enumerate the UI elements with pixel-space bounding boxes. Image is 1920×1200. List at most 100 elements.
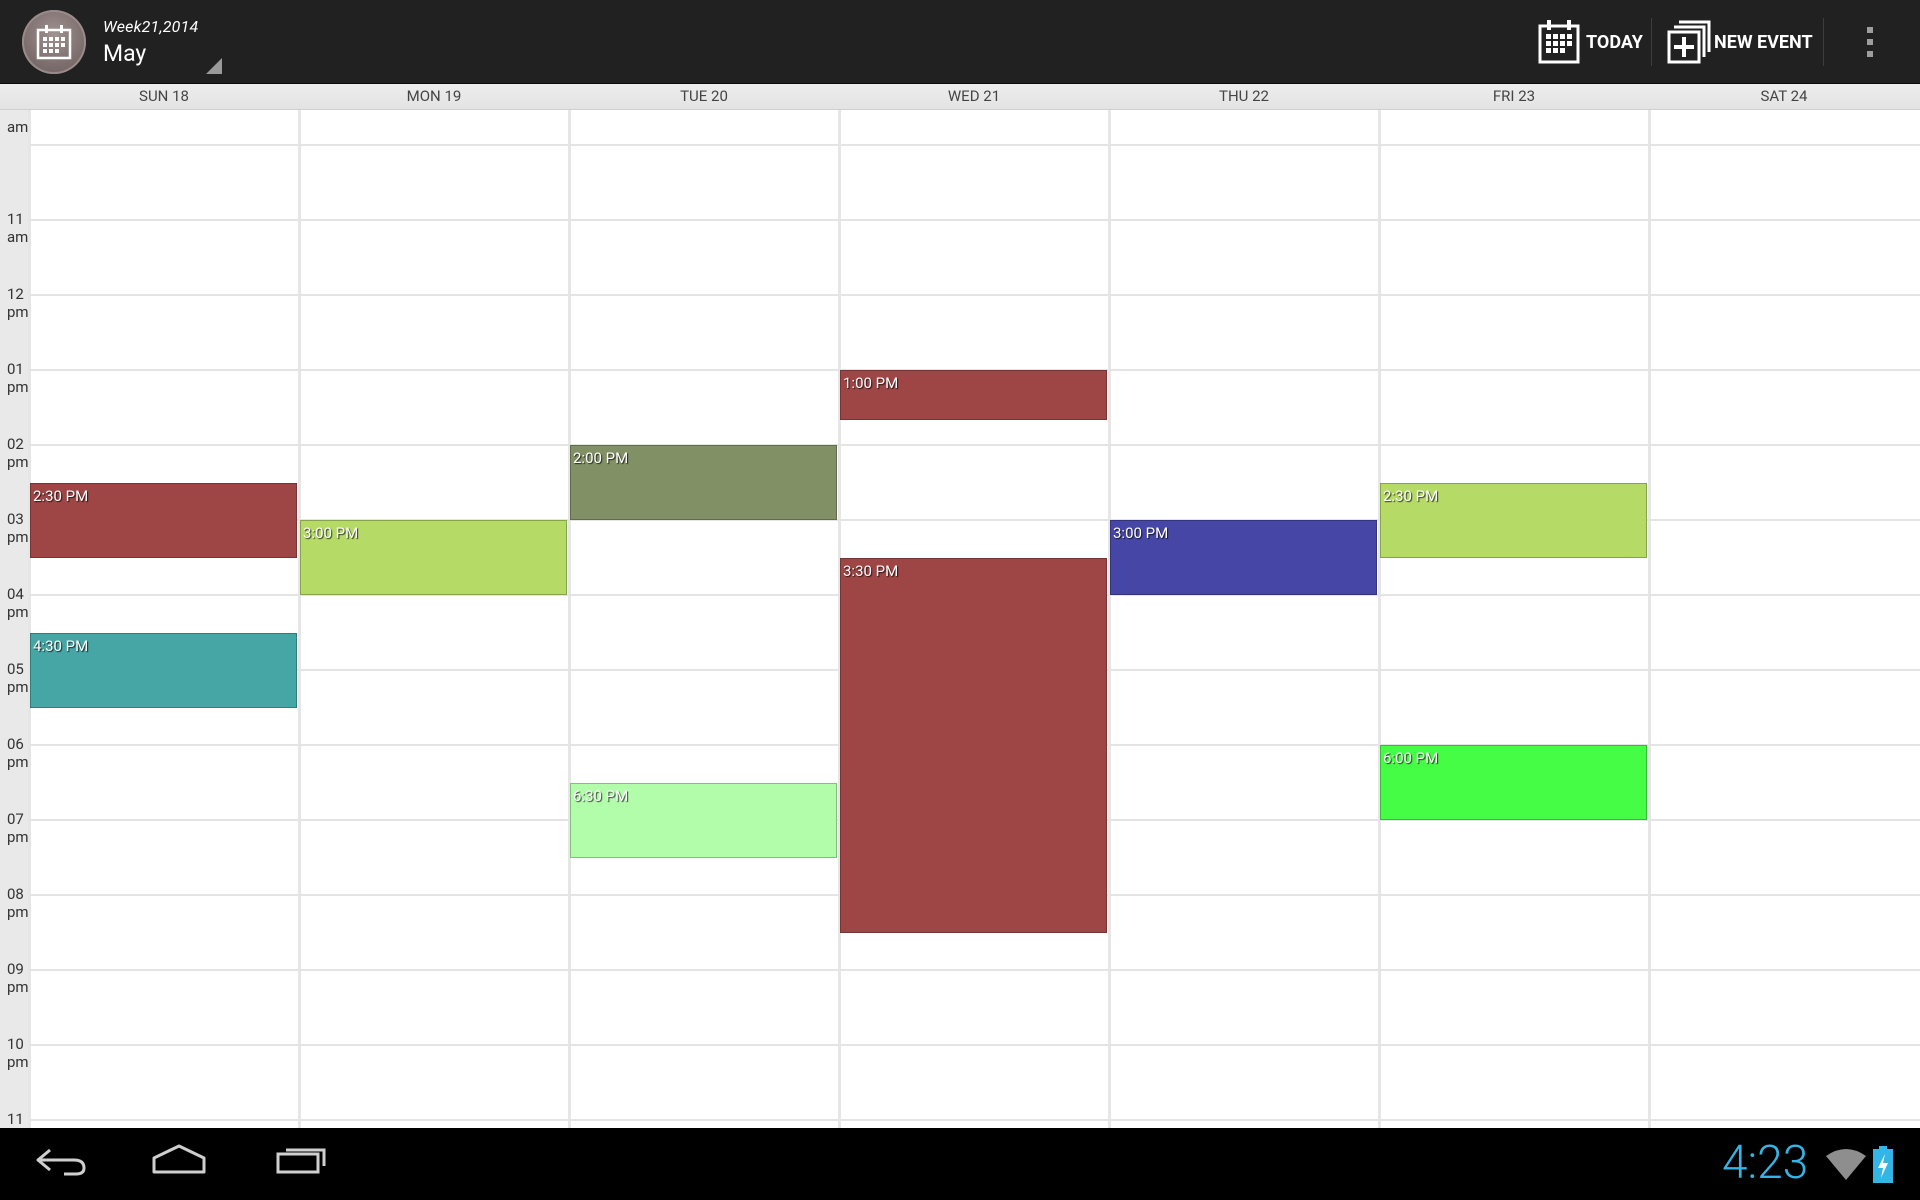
event-time-label: 3:30 PM — [843, 561, 899, 580]
time-label-period: am — [7, 118, 29, 136]
time-label-period: pm — [7, 378, 29, 396]
time-label-hour: 10 — [7, 1035, 24, 1053]
time-label: 11 am — [7, 210, 28, 246]
day-header-fri-23[interactable]: FRI 23 — [1379, 87, 1649, 105]
time-label-period: pm — [7, 1053, 29, 1071]
time-label-period: pm — [7, 753, 29, 771]
calendar-today-icon — [1538, 20, 1580, 64]
time-label: 05 pm — [7, 660, 29, 696]
hour-line — [29, 1119, 1920, 1121]
spinner-triangle-icon — [206, 58, 222, 74]
day-column-divider — [1108, 110, 1111, 1128]
day-header-wed-21[interactable]: WED 21 — [839, 87, 1109, 105]
calendar-app-icon[interactable] — [22, 10, 86, 74]
today-button[interactable]: TODAY — [1530, 6, 1650, 78]
time-label-period: pm — [7, 528, 29, 546]
time-label-hour: 06 — [7, 735, 24, 753]
day-header-sun-18[interactable]: SUN 18 — [29, 87, 299, 105]
time-label: 02 pm — [7, 435, 29, 471]
time-label-period: pm — [7, 903, 29, 921]
time-label: 08 pm — [7, 885, 29, 921]
event-time-label: 3:00 PM — [303, 524, 359, 542]
new-event-button[interactable]: NEW EVENT — [1660, 6, 1820, 78]
time-label-period: pm — [7, 453, 29, 471]
day-header-thu-22[interactable]: THU 22 — [1109, 87, 1379, 105]
home-icon[interactable] — [150, 1140, 208, 1184]
day-header-mon-19[interactable]: MON 19 — [299, 87, 569, 105]
time-label: 12 pm — [7, 285, 29, 321]
action-divider — [1651, 18, 1652, 66]
hour-line — [29, 294, 1920, 296]
day-header-sat-24[interactable]: SAT 24 — [1649, 87, 1919, 105]
day-column-divider — [1378, 110, 1381, 1128]
calendar-app: Week21,2014 May TODAY NEW EVENT SUN 18 M… — [0, 0, 1920, 1200]
time-label: am — [7, 118, 28, 136]
time-label: 01 pm — [7, 360, 29, 396]
recent-apps-icon[interactable] — [274, 1140, 330, 1184]
event-time-label: 3:00 PM — [1113, 524, 1169, 542]
day-header-tue-20[interactable]: TUE 20 — [569, 87, 839, 105]
time-label-hour: 09 — [7, 960, 24, 978]
event-time-label: 2:30 PM — [1383, 486, 1439, 505]
calendar-event[interactable]: 2:30 PM — [30, 482, 297, 558]
calendar-event[interactable]: 3:00 PM — [300, 520, 567, 595]
time-label-period: pm — [7, 603, 29, 621]
add-event-icon — [1667, 20, 1711, 64]
time-label-hour: 11 — [7, 1110, 24, 1128]
time-label-period: am — [7, 228, 29, 246]
hour-line — [29, 219, 1920, 221]
time-label-period: pm — [7, 303, 29, 321]
event-time-label: 6:00 PM — [1383, 749, 1439, 767]
today-label: TODAY — [1586, 32, 1643, 53]
time-label-period: pm — [7, 978, 29, 996]
time-label-hour: 02 — [7, 435, 24, 453]
calendar-event[interactable]: 3:00 PM — [1110, 520, 1377, 595]
event-time-label: 6:30 PM — [573, 786, 629, 805]
calendar-event[interactable]: 1:00 PM — [840, 370, 1107, 420]
calendar-event[interactable]: 6:30 PM — [570, 782, 837, 858]
week-grid[interactable]: am 11 am 12 pm 01 pm 02 pm 03 pm 04 pm 05 pm 06 pm 07 pm 08… — [0, 110, 1920, 1128]
time-label: 04 pm — [7, 585, 29, 621]
calendar-event[interactable]: 2:00 PM — [570, 445, 837, 520]
new-event-label: NEW EVENT — [1714, 32, 1813, 53]
time-label-hour: 12 — [7, 285, 24, 303]
time-label: 09 pm — [7, 960, 29, 996]
event-time-label: 2:00 PM — [573, 449, 629, 467]
day-column-divider — [28, 110, 31, 1128]
time-label: 11pm — [7, 1110, 29, 1128]
month-label[interactable]: May — [103, 40, 146, 67]
calendar-event[interactable]: 3:30 PM — [840, 557, 1107, 933]
hour-line — [29, 1044, 1920, 1046]
time-label: 03 pm — [7, 510, 29, 546]
time-label-hour: 11 — [7, 210, 24, 228]
event-time-label: 1:00 PM — [843, 374, 899, 392]
hour-line — [29, 444, 1920, 446]
time-label-hour: 07 — [7, 810, 24, 828]
overflow-menu-icon[interactable] — [1850, 14, 1890, 70]
time-label-hour: 08 — [7, 885, 24, 903]
time-label: 07 pm — [7, 810, 29, 846]
time-label: 10 pm — [7, 1035, 29, 1071]
calendar-event[interactable]: 4:30 PM — [30, 632, 297, 708]
system-navigation-bar — [0, 1128, 1920, 1200]
time-label-hour: 01 — [7, 360, 24, 378]
hour-line — [29, 969, 1920, 971]
day-column-divider — [298, 110, 301, 1128]
view-spinner-dropdown[interactable] — [200, 42, 226, 78]
day-column-divider — [568, 110, 571, 1128]
time-gutter: am 11 am 12 pm 01 pm 02 pm 03 pm 04 pm 05 pm 06 pm 07 pm 08… — [0, 110, 29, 1128]
back-icon[interactable] — [34, 1140, 88, 1184]
hour-line — [29, 144, 1920, 146]
day-header-row: SUN 18 MON 19 TUE 20 WED 21 THU 22 FRI 23 SAT … — [0, 84, 1920, 110]
time-label: 06 pm — [7, 735, 29, 771]
time-label-period: pm — [7, 678, 29, 696]
week-label[interactable]: Week21,2014 — [103, 17, 198, 36]
calendar-event[interactable]: 6:00 PM — [1380, 745, 1647, 820]
event-time-label: 4:30 PM — [33, 636, 89, 655]
wifi-icon — [1826, 1149, 1866, 1180]
status-clock: 4:23 — [1722, 1136, 1809, 1190]
calendar-event[interactable]: 2:30 PM — [1380, 482, 1647, 558]
time-label-hour: 04 — [7, 585, 24, 603]
action-divider — [1823, 18, 1824, 66]
event-time-label: 2:30 PM — [33, 486, 89, 505]
